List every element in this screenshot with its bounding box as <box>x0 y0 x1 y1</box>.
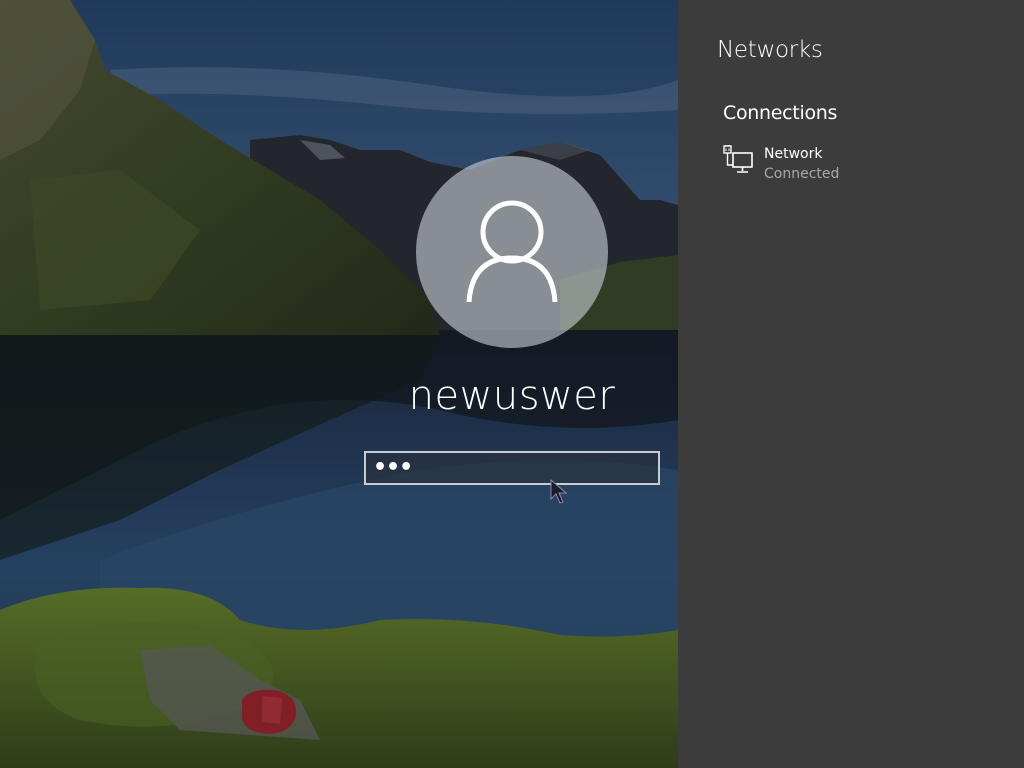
networks-title: Networks <box>717 37 823 63</box>
connections-heading: Connections <box>723 102 838 124</box>
networks-flyout: Networks Connections Network Connected <box>678 0 1024 768</box>
wired-network-icon <box>723 145 753 173</box>
password-input[interactable] <box>366 453 687 483</box>
user-avatar <box>416 156 608 348</box>
password-box <box>364 451 704 485</box>
user-icon <box>466 200 558 303</box>
username-label: newuswer <box>408 373 616 419</box>
network-connection-item[interactable]: Network Connected <box>722 142 1002 188</box>
connection-name: Network <box>764 146 823 162</box>
lock-screen: newuswer Networks Connections Network Co… <box>0 0 1024 768</box>
connection-status: Connected <box>764 166 840 182</box>
mouse-pointer-icon <box>550 479 568 504</box>
